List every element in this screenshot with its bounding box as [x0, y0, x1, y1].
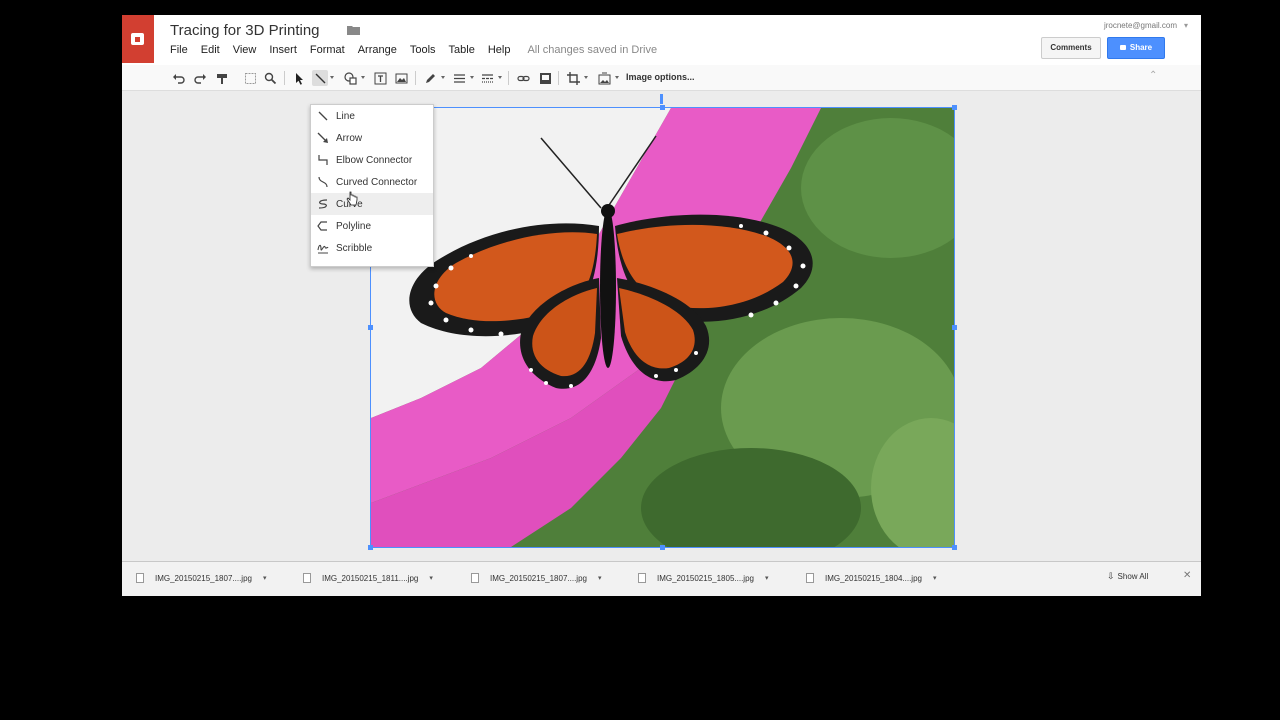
download-item[interactable]: IMG_20150215_1807....jpg ▾: [136, 569, 266, 587]
menu-table[interactable]: Table: [449, 44, 475, 56]
menu-help[interactable]: Help: [488, 44, 511, 56]
resize-handle-top[interactable]: [660, 105, 665, 110]
rotate-handle[interactable]: [660, 94, 663, 104]
download-icon: ⇩: [1107, 571, 1115, 581]
drawing-app-window: Tracing for 3D Printing File Edit View I…: [122, 15, 1201, 596]
download-filename: IMG_20150215_1805....jpg: [657, 573, 754, 583]
share-label: Share: [1129, 43, 1153, 52]
resize-handle-top-right[interactable]: [952, 105, 957, 110]
menu-arrange[interactable]: Arrange: [358, 44, 397, 56]
line-dash-icon[interactable]: [479, 70, 495, 86]
chevron-down-icon[interactable]: ▾: [263, 574, 267, 582]
menu-item-arrow[interactable]: Arrow: [311, 127, 433, 149]
line-dropdown-menu: Line Arrow Elbow Connector Curved Connec…: [310, 104, 434, 267]
file-icon: [638, 573, 646, 583]
file-icon: [471, 573, 479, 583]
resize-handle-right[interactable]: [952, 325, 957, 330]
resize-handle-left[interactable]: [368, 325, 373, 330]
menu-item-label: Arrow: [336, 132, 363, 144]
image-icon[interactable]: [393, 70, 409, 86]
menu-item-label: Line: [336, 110, 355, 122]
menu-insert[interactable]: Insert: [269, 44, 297, 56]
zoom-icon[interactable]: [262, 70, 278, 86]
comment-icon[interactable]: [537, 70, 553, 86]
lock-icon: [1119, 45, 1126, 51]
file-icon: [806, 573, 814, 583]
show-all-downloads-button[interactable]: ⇩ Show All: [1107, 571, 1148, 582]
pen-icon[interactable]: [422, 70, 438, 86]
save-status[interactable]: All changes saved in Drive: [527, 44, 657, 56]
menu-tools[interactable]: Tools: [410, 44, 436, 56]
pointer-icon[interactable]: [291, 70, 307, 86]
curved-connector-icon: [316, 176, 330, 188]
paint-format-icon[interactable]: [214, 70, 230, 86]
link-icon[interactable]: [515, 70, 531, 86]
menu-item-curve[interactable]: Curve: [311, 193, 433, 215]
menu-format[interactable]: Format: [310, 44, 345, 56]
line-weight-icon[interactable]: [451, 70, 467, 86]
menu-item-label: Elbow Connector: [336, 154, 413, 166]
resize-handle-bottom-right[interactable]: [952, 545, 957, 550]
header: Tracing for 3D Printing File Edit View I…: [122, 15, 1201, 65]
resize-handle-bottom[interactable]: [660, 545, 665, 550]
download-item[interactable]: IMG_20150215_1805....jpg ▾: [638, 569, 768, 587]
folder-icon[interactable]: [347, 25, 360, 35]
menu-item-elbow-connector[interactable]: Elbow Connector: [311, 149, 433, 171]
chevron-down-icon[interactable]: ▾: [765, 574, 769, 582]
downloads-bar: IMG_20150215_1807....jpg ▾ IMG_20150215_…: [122, 561, 1201, 596]
select-icon[interactable]: [242, 70, 258, 86]
drawings-logo[interactable]: [122, 15, 154, 63]
menu-item-label: Polyline: [336, 220, 372, 232]
menu-item-label: Curved Connector: [336, 176, 418, 188]
arrow-icon: [316, 132, 330, 144]
download-item[interactable]: IMG_20150215_1804....jpg ▾: [806, 569, 936, 587]
close-icon[interactable]: ✕: [1183, 570, 1191, 581]
share-button[interactable]: Share: [1107, 37, 1165, 59]
crop-icon[interactable]: [565, 70, 581, 86]
shape-icon[interactable]: [342, 70, 358, 86]
chevron-down-icon[interactable]: ▾: [933, 574, 937, 582]
menu-item-line[interactable]: Line: [311, 105, 433, 127]
menu-item-label: Scribble: [336, 242, 373, 254]
chevron-down-icon[interactable]: ▾: [429, 574, 433, 582]
download-item[interactable]: IMG_20150215_1811....jpg ▾: [303, 569, 433, 587]
menu-view[interactable]: View: [233, 44, 257, 56]
chevron-down-icon[interactable]: ▾: [598, 574, 602, 582]
collapse-icon[interactable]: ⌃: [1149, 70, 1157, 81]
download-item[interactable]: IMG_20150215_1807....jpg ▾: [471, 569, 601, 587]
download-filename: IMG_20150215_1811....jpg: [322, 573, 419, 583]
document-title[interactable]: Tracing for 3D Printing: [170, 22, 320, 39]
download-filename: IMG_20150215_1807....jpg: [490, 573, 587, 583]
menu-edit[interactable]: Edit: [201, 44, 220, 56]
download-filename: IMG_20150215_1807....jpg: [155, 573, 252, 583]
hand-cursor-icon: [346, 191, 358, 206]
file-icon: [303, 573, 311, 583]
menu-item-polyline[interactable]: Polyline: [311, 215, 433, 237]
scribble-icon: [316, 242, 330, 254]
redo-icon[interactable]: [192, 70, 208, 86]
menu-file[interactable]: File: [170, 44, 188, 56]
image-selection-frame: [370, 107, 955, 548]
menu-item-curved-connector[interactable]: Curved Connector: [311, 171, 433, 193]
textbox-icon[interactable]: [372, 70, 388, 86]
undo-icon[interactable]: [170, 70, 186, 86]
file-icon: [136, 573, 144, 583]
download-filename: IMG_20150215_1804....jpg: [825, 573, 922, 583]
menu-bar: File Edit View Insert Format Arrange Too…: [170, 44, 657, 56]
image-options-button[interactable]: Image options...: [626, 72, 695, 82]
resize-handle-bottom-left[interactable]: [368, 545, 373, 550]
elbow-connector-icon: [316, 154, 330, 166]
menu-item-scribble[interactable]: Scribble: [311, 237, 433, 259]
line-icon[interactable]: [312, 70, 328, 86]
replace-image-icon[interactable]: [596, 70, 612, 86]
curve-icon: [316, 198, 330, 210]
account-email[interactable]: jrocnete@gmail.com: [1104, 21, 1188, 30]
comments-button[interactable]: Comments: [1041, 37, 1101, 59]
polyline-icon: [316, 220, 330, 232]
drawing-canvas[interactable]: [122, 92, 1201, 561]
line-icon: [316, 110, 330, 122]
show-all-label: Show All: [1117, 572, 1149, 581]
